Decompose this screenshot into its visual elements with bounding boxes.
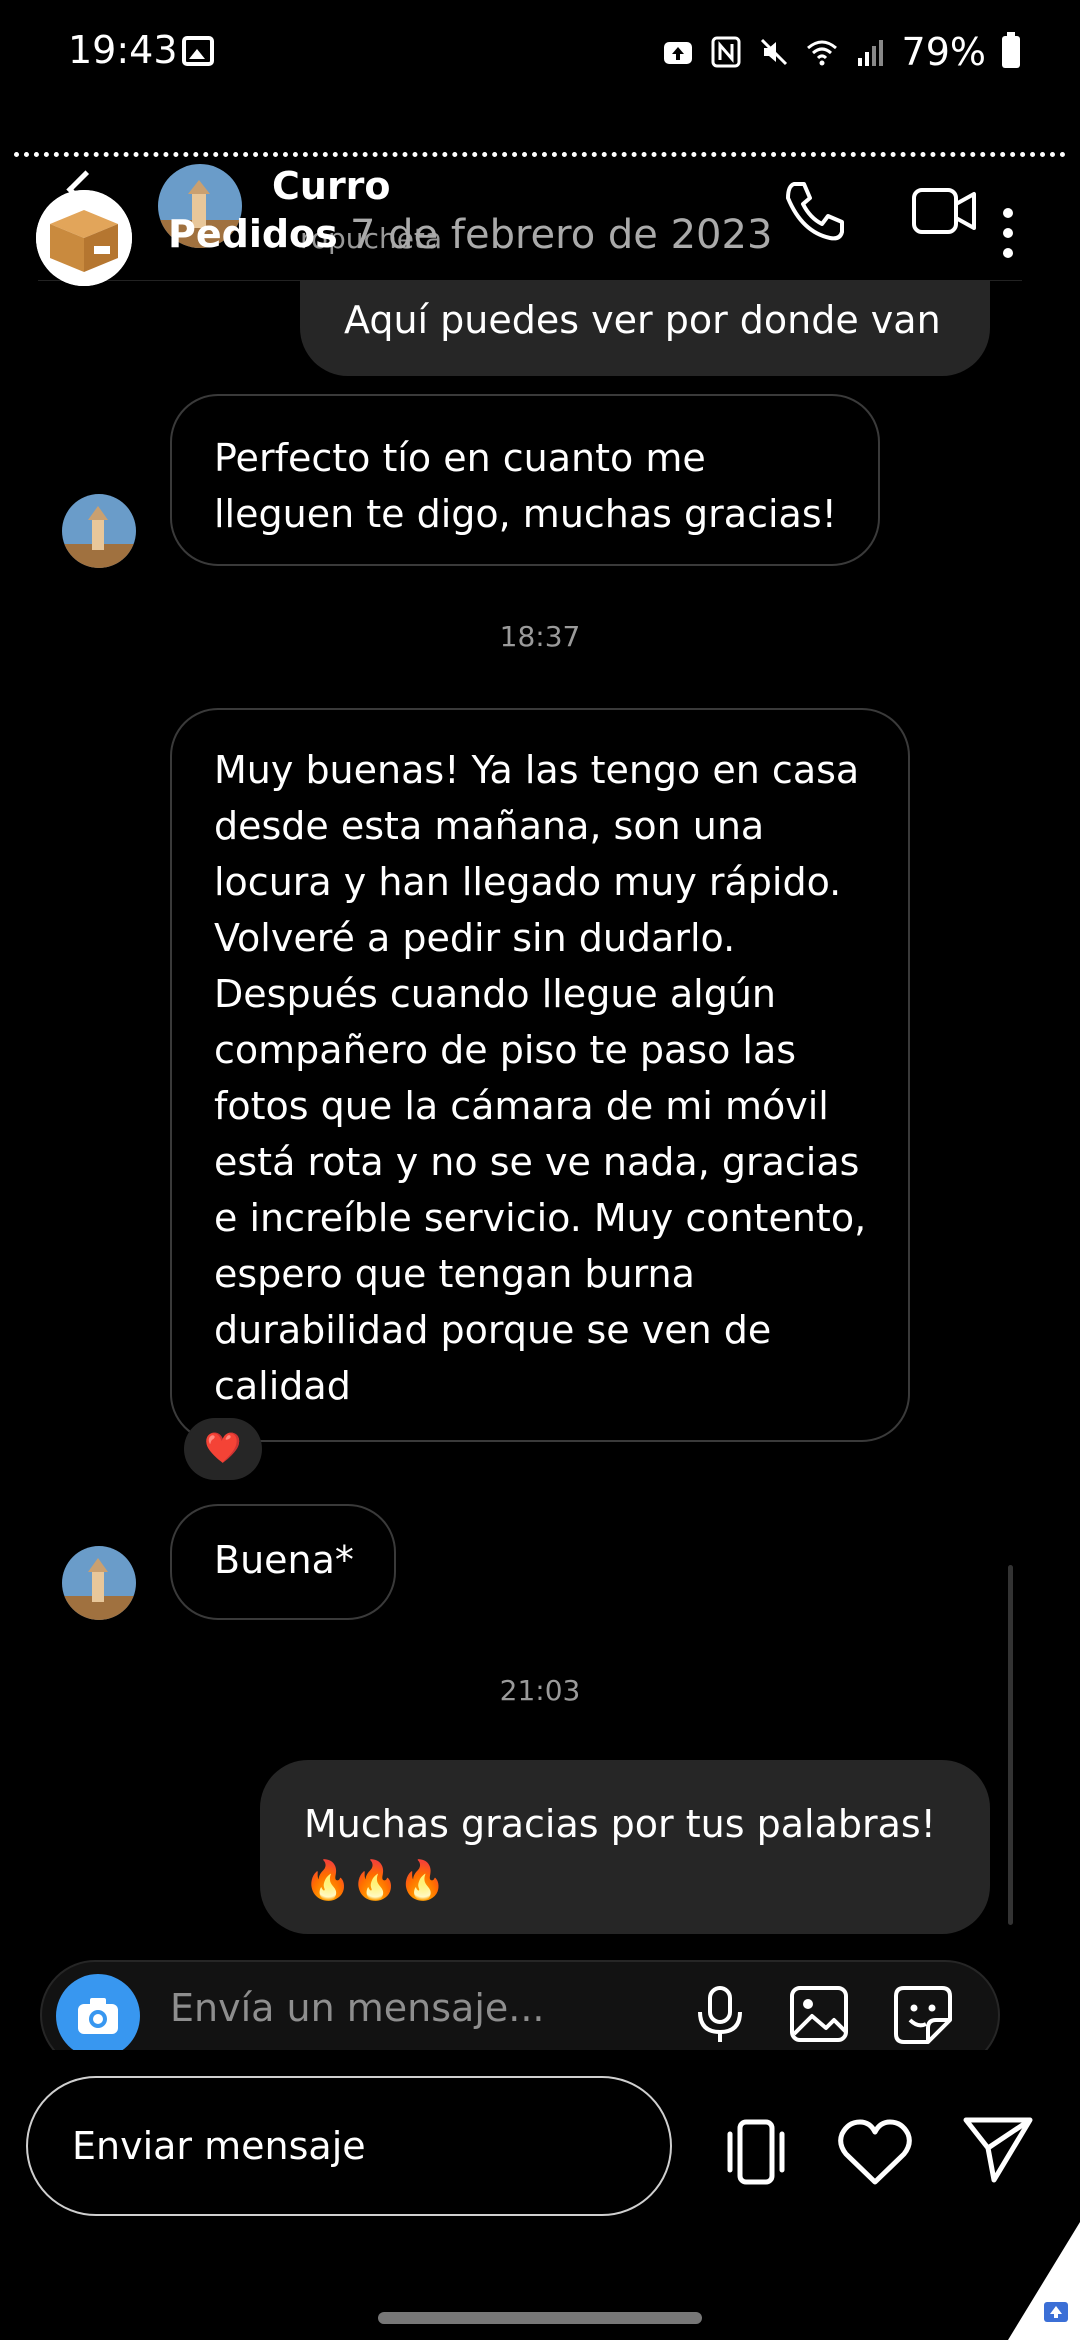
message-text: Buena* bbox=[214, 1538, 354, 1582]
rotate-screen-icon[interactable] bbox=[720, 2116, 792, 2188]
message-text: Muchas gracias por tus palabras! 🔥🔥🔥 bbox=[304, 1802, 936, 1902]
contact-name[interactable]: Curro bbox=[272, 164, 391, 208]
camera-button[interactable] bbox=[56, 1974, 140, 2058]
share-target-name: Pedidos bbox=[168, 212, 338, 256]
status-time: 19:43 bbox=[68, 28, 178, 72]
message-input[interactable]: Envía un mensaje... bbox=[170, 1986, 545, 2030]
home-indicator[interactable] bbox=[378, 2312, 702, 2324]
screen: 19:43 79% Curro ropucheta Pedidos 7 de f… bbox=[0, 0, 1080, 2340]
gallery-icon[interactable] bbox=[788, 1984, 850, 2044]
microphone-icon[interactable] bbox=[692, 1984, 748, 2044]
message-outgoing[interactable]: Aquí puedes ver por donde van bbox=[300, 280, 990, 376]
camera-icon bbox=[78, 1998, 118, 2034]
message-outgoing[interactable]: Muchas gracias por tus palabras! 🔥🔥🔥 bbox=[260, 1760, 990, 1934]
wifi-icon bbox=[806, 40, 837, 66]
phone-call-icon[interactable] bbox=[780, 176, 850, 246]
share-date: 7 de febrero de 2023 bbox=[350, 212, 773, 258]
message-timestamp: 21:03 bbox=[499, 1674, 581, 1707]
message-incoming[interactable]: Muy buenas! Ya las tengo en casa desde e… bbox=[170, 708, 910, 1442]
more-options-icon[interactable] bbox=[1000, 208, 1016, 264]
signal-icon bbox=[857, 40, 883, 66]
battery-percent: 79% bbox=[901, 30, 986, 74]
message-text: Muy buenas! Ya las tengo en casa desde e… bbox=[214, 748, 867, 1408]
send-message-label: Enviar mensaje bbox=[72, 2124, 366, 2168]
message-text: Perfecto tío en cuanto me lleguen te dig… bbox=[214, 436, 837, 536]
message-text: Aquí puedes ver por donde van bbox=[344, 298, 941, 342]
message-timestamp: 18:37 bbox=[499, 620, 581, 653]
share-corner-badge[interactable] bbox=[1008, 2222, 1080, 2340]
sticker-icon[interactable] bbox=[892, 1984, 954, 2046]
mute-icon bbox=[760, 38, 787, 66]
scrollbar[interactable] bbox=[1008, 1565, 1013, 1925]
share-sheet-top-border bbox=[14, 152, 1066, 157]
message-incoming[interactable]: Buena* bbox=[170, 1504, 396, 1620]
heart-reaction[interactable]: ❤️ bbox=[184, 1418, 262, 1480]
nfc-icon bbox=[711, 36, 741, 68]
sender-avatar[interactable] bbox=[62, 494, 136, 568]
status-bar: 19:43 79% bbox=[0, 0, 1080, 100]
pedidos-avatar bbox=[36, 190, 132, 286]
battery-icon bbox=[1002, 32, 1020, 68]
gallery-notification-icon bbox=[182, 36, 214, 66]
video-call-icon[interactable] bbox=[910, 176, 980, 246]
status-icons: 79% bbox=[662, 30, 1020, 74]
sender-avatar[interactable] bbox=[62, 1546, 136, 1620]
cloud-upload-icon bbox=[663, 42, 692, 64]
send-icon[interactable] bbox=[960, 2112, 1036, 2188]
message-incoming[interactable]: Perfecto tío en cuanto me lleguen te dig… bbox=[170, 394, 880, 566]
heart-icon[interactable] bbox=[836, 2116, 914, 2188]
